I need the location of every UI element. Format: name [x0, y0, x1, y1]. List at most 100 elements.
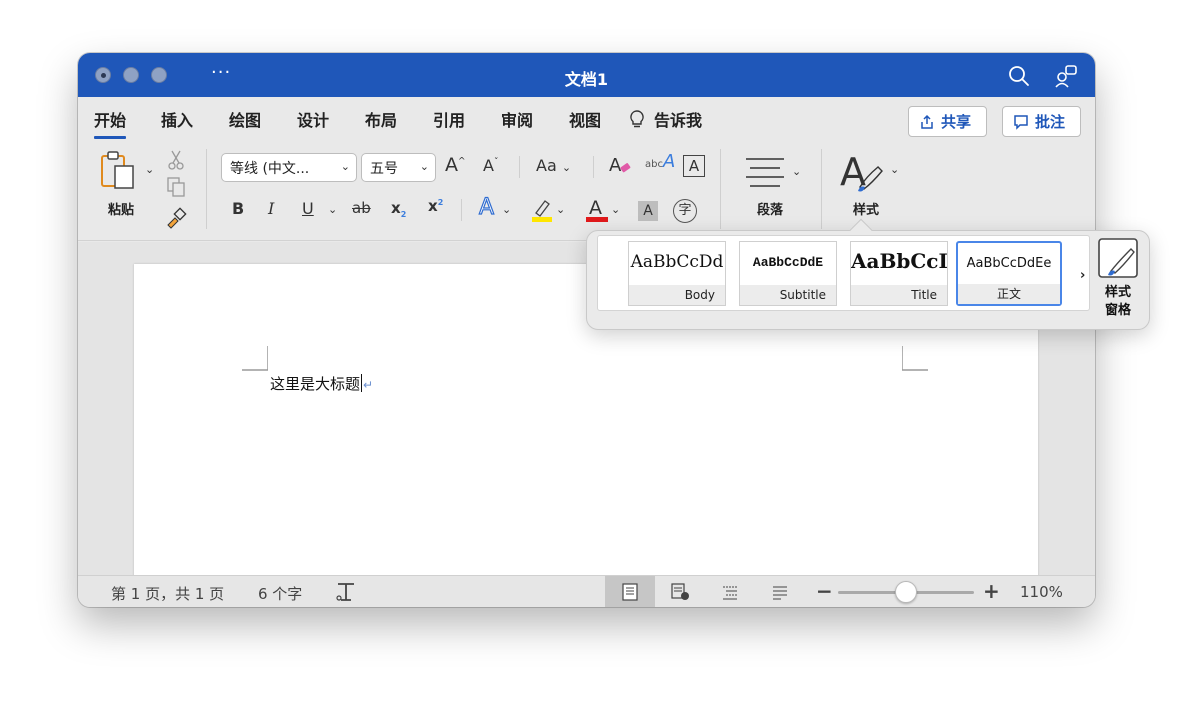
style-title[interactable]: AaBbCcI Title [850, 241, 948, 306]
style-sample: AaBbCcDdE [752, 255, 824, 270]
underline-button[interactable]: U [302, 199, 314, 218]
enclose-character-icon[interactable]: 字 [673, 199, 697, 223]
style-subtitle[interactable]: AaBbCcDdE Subtitle [739, 241, 837, 306]
highlight-icon[interactable] [530, 197, 554, 227]
style-sample: AaBbCcDdEe [966, 256, 1052, 271]
copy-icon[interactable] [166, 176, 186, 202]
subscript-button[interactable]: x2 [391, 199, 406, 219]
style-normal[interactable]: AaBbCcDdEe 正文 [956, 241, 1062, 306]
grow-font-icon[interactable]: A^ [445, 154, 466, 176]
paste-options-chevron[interactable]: ⌄ [145, 163, 154, 176]
styles-label: 样式 [853, 203, 880, 218]
style-sample: AaBbCcI [851, 249, 947, 273]
text-effects-chevron[interactable]: ⌄ [502, 203, 511, 216]
font-name-dropdown[interactable]: 等线 (中文... ⌄ [221, 153, 357, 182]
style-name: 正文 [958, 284, 1060, 304]
styles-pane-icon [1098, 238, 1138, 278]
zoom-in-button[interactable]: + [983, 579, 1000, 603]
change-case-button[interactable]: Aa ⌄ [536, 156, 571, 175]
tell-me-label: 告诉我 [654, 111, 703, 130]
tab-home[interactable]: 开始 [94, 107, 127, 139]
tab-layout[interactable]: 布局 [365, 107, 397, 131]
page-info[interactable]: 第 1 页，共 1 页 [111, 583, 224, 604]
styles-pane-label-line2: 窗格 [1104, 303, 1131, 318]
share-label: 共享 [941, 113, 972, 131]
chevron-down-icon: ⌄ [340, 160, 350, 173]
separator [461, 199, 462, 221]
font-size-dropdown[interactable]: 五号 ⌄ [361, 153, 436, 182]
tab-design[interactable]: 设计 [297, 107, 329, 131]
web-layout-view-button[interactable] [655, 576, 705, 607]
separator [720, 149, 721, 229]
separator [206, 149, 207, 229]
paragraph-icon[interactable] [744, 155, 786, 193]
zoom-out-button[interactable]: − [816, 579, 833, 603]
strikethrough-button[interactable]: ab [352, 199, 371, 217]
ribbon-home: ⌄ 粘贴 等线 (中文... ⌄ 五号 ⌄ A^ Aˇ Aa ⌄ A abcA [78, 141, 1095, 241]
comments-button[interactable]: 批注 [1002, 106, 1081, 137]
clear-formatting-icon[interactable]: A [608, 153, 632, 182]
comment-icon [1014, 114, 1028, 130]
lightbulb-icon [630, 110, 644, 128]
paste-icon[interactable] [98, 150, 140, 196]
tab-review[interactable]: 审阅 [501, 107, 533, 131]
styles-gallery-popover: AaBbCcDd Body AaBbCcDdE Subtitle AaBbCcI… [586, 218, 1150, 330]
superscript-button[interactable]: x2 [428, 197, 443, 215]
styles-gallery: AaBbCcDd Body AaBbCcDdE Subtitle AaBbCcI… [597, 235, 1090, 311]
heading-text: 这里是大标题 [270, 375, 361, 393]
character-border-icon[interactable]: A [683, 155, 705, 177]
share-icon [921, 114, 933, 129]
paste-label: 粘贴 [108, 203, 135, 218]
styles-pane-label-line1: 样式 [1104, 285, 1131, 300]
separator [519, 156, 520, 178]
phonetic-guide-label: abc [645, 159, 663, 170]
title-bar: ··· 文档1 [78, 53, 1095, 97]
font-name-value: 等线 (中文... [230, 160, 310, 177]
tab-insert[interactable]: 插入 [161, 107, 193, 131]
font-color-chevron[interactable]: ⌄ [611, 203, 620, 216]
font-color-icon[interactable]: A [585, 195, 609, 227]
format-painter-icon[interactable] [165, 207, 187, 233]
chevron-down-icon: ⌄ [419, 160, 429, 173]
print-layout-view-button[interactable] [605, 576, 655, 607]
styles-chevron[interactable]: ⌄ [890, 163, 899, 176]
style-name: Body [629, 285, 725, 305]
document-body[interactable]: 这里是大标题 ↵ [270, 373, 373, 394]
status-bar: 第 1 页，共 1 页 6 个字 − + 110% [78, 575, 1095, 607]
underline-options-chevron[interactable]: ⌄ [328, 203, 337, 216]
highlight-chevron[interactable]: ⌄ [556, 203, 565, 216]
styles-pane-button[interactable]: 样式 窗格 [1096, 237, 1140, 319]
proofing-icon[interactable] [335, 581, 357, 607]
gallery-next-chevron[interactable]: › [1080, 268, 1085, 283]
shrink-font-icon[interactable]: Aˇ [483, 156, 498, 175]
italic-button[interactable]: I [268, 199, 274, 218]
paragraph-mark-icon: ↵ [363, 378, 374, 392]
zoom-slider-thumb[interactable] [895, 581, 917, 603]
character-shading-icon[interactable]: A [638, 201, 658, 221]
tab-view[interactable]: 视图 [569, 107, 601, 131]
share-button[interactable]: 共享 [908, 106, 987, 137]
tab-references[interactable]: 引用 [433, 107, 465, 131]
app-window: ··· 文档1 开始 插入 绘图 设计 布局 引用 审阅 视图 告诉我 共享 批… [78, 53, 1095, 607]
style-name: Subtitle [740, 285, 836, 305]
zoom-level[interactable]: 110% [1020, 583, 1063, 601]
text-effects-icon[interactable]: A [478, 194, 494, 220]
search-icon[interactable] [1006, 63, 1032, 89]
scissors-icon[interactable] [166, 149, 186, 175]
bold-button[interactable]: B [232, 199, 244, 218]
tell-me[interactable]: 告诉我 [628, 107, 702, 131]
phonetic-guide-icon[interactable]: abcA [645, 151, 675, 172]
page-margin-corner [242, 346, 268, 371]
separator [821, 149, 822, 229]
styles-icon[interactable]: A [838, 147, 888, 199]
paragraph-chevron[interactable]: ⌄ [792, 165, 801, 178]
word-count[interactable]: 6 个字 [258, 583, 302, 604]
style-name: Title [851, 285, 947, 305]
comments-label: 批注 [1035, 113, 1066, 131]
share-people-icon[interactable] [1053, 63, 1079, 89]
style-body[interactable]: AaBbCcDd Body [628, 241, 726, 306]
tab-draw[interactable]: 绘图 [229, 107, 261, 131]
font-size-value: 五号 [370, 160, 398, 177]
outline-view-button[interactable] [705, 576, 755, 607]
draft-view-button[interactable] [755, 576, 805, 607]
